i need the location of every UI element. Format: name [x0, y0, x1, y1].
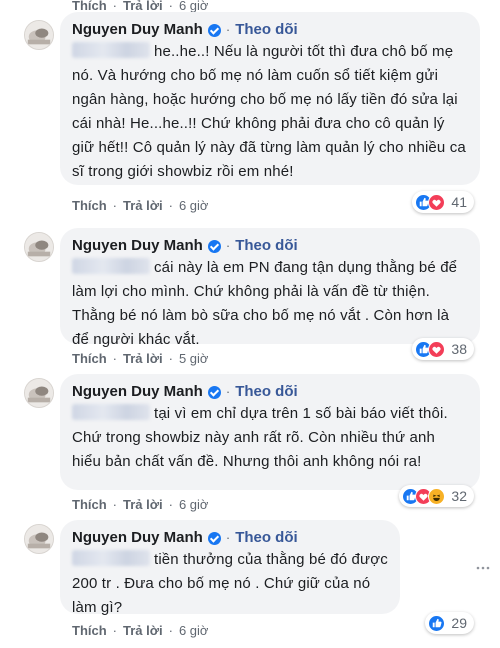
comment-bubble: Nguyen Duy Manh · Theo dõi cái này là em… [60, 228, 480, 348]
comment-text: tại vì em chỉ dựa trên 1 số bài báo viết… [72, 402, 468, 474]
reaction-summary[interactable]: 41 [412, 191, 474, 213]
comment-bubble: Nguyen Duy Manh · Theo dõi he..he..! Nếu… [60, 12, 480, 185]
love-reaction-icon [428, 340, 446, 358]
mention-blurred[interactable] [72, 258, 150, 274]
author-name[interactable]: Nguyen Duy Manh [72, 528, 203, 548]
mention-blurred[interactable] [72, 42, 150, 58]
timestamp[interactable]: 6 giờ [179, 623, 209, 638]
comment-bubble: Nguyen Duy Manh · Theo dõi tiền thưởng c… [60, 520, 400, 616]
avatar[interactable] [24, 378, 54, 408]
reaction-count: 29 [451, 615, 467, 631]
timestamp[interactable]: 6 giờ [179, 0, 209, 12]
comment-text: he..he..! Nếu là người tốt thì đưa chô b… [72, 40, 468, 184]
reaction-count: 41 [451, 194, 467, 210]
avatar[interactable] [24, 524, 54, 554]
previous-comment-actions: Thích · Trả lời · 6 giờ [72, 0, 209, 12]
avatar[interactable] [24, 232, 54, 262]
like-link[interactable]: Thích [72, 351, 107, 366]
reply-link[interactable]: Trả lời [123, 351, 163, 366]
reaction-count: 38 [451, 341, 467, 357]
author-name[interactable]: Nguyen Duy Manh [72, 236, 203, 256]
like-link[interactable]: Thích [72, 623, 107, 638]
timestamp[interactable]: 6 giờ [179, 497, 209, 512]
comment-actions: Thích · Trả lời · 6 giờ [72, 497, 209, 512]
avatar[interactable] [24, 20, 54, 50]
timestamp[interactable]: 6 giờ [179, 198, 209, 213]
follow-button[interactable]: Theo dõi [235, 20, 298, 40]
follow-button[interactable]: Theo dõi [235, 382, 298, 402]
like-reaction-icon [428, 614, 446, 632]
comment-actions: Thích · Trả lời · 5 giờ [72, 351, 209, 366]
reaction-summary[interactable]: 32 [399, 485, 474, 507]
like-link[interactable]: Thích [72, 198, 107, 213]
reply-link[interactable]: Trả lời [123, 623, 163, 638]
verified-badge-icon [207, 531, 221, 545]
like-link[interactable]: Thích [72, 0, 107, 12]
comment-text: cái này là em PN đang tận dụng thằng bé … [72, 256, 468, 352]
reply-link[interactable]: Trả lời [123, 198, 163, 213]
love-reaction-icon [428, 193, 446, 211]
mention-blurred[interactable] [72, 404, 150, 420]
comment-actions: Thích · Trả lời · 6 giờ [72, 623, 209, 638]
reply-link[interactable]: Trả lời [123, 497, 163, 512]
more-options-icon[interactable] [476, 566, 490, 570]
haha-reaction-icon [428, 487, 446, 505]
like-link[interactable]: Thích [72, 497, 107, 512]
verified-badge-icon [207, 239, 221, 253]
comment-body: he..he..! Nếu là người tốt thì đưa chô b… [72, 43, 466, 180]
author-name[interactable]: Nguyen Duy Manh [72, 20, 203, 40]
reaction-summary[interactable]: 38 [412, 338, 474, 360]
follow-button[interactable]: Theo dõi [235, 528, 298, 548]
verified-badge-icon [207, 385, 221, 399]
verified-badge-icon [207, 23, 221, 37]
reply-link[interactable]: Trả lời [123, 0, 163, 12]
mention-blurred[interactable] [72, 550, 150, 566]
comment-text: tiền thưởng của thằng bé đó được 200 tr … [72, 548, 388, 620]
comment-actions: Thích · Trả lời · 6 giờ [72, 198, 209, 213]
reaction-count: 32 [451, 488, 467, 504]
reaction-summary[interactable]: 29 [425, 612, 474, 634]
timestamp[interactable]: 5 giờ [179, 351, 209, 366]
follow-button[interactable]: Theo dõi [235, 236, 298, 256]
author-name[interactable]: Nguyen Duy Manh [72, 382, 203, 402]
comment-bubble: Nguyen Duy Manh · Theo dõi tại vì em chỉ… [60, 374, 480, 490]
